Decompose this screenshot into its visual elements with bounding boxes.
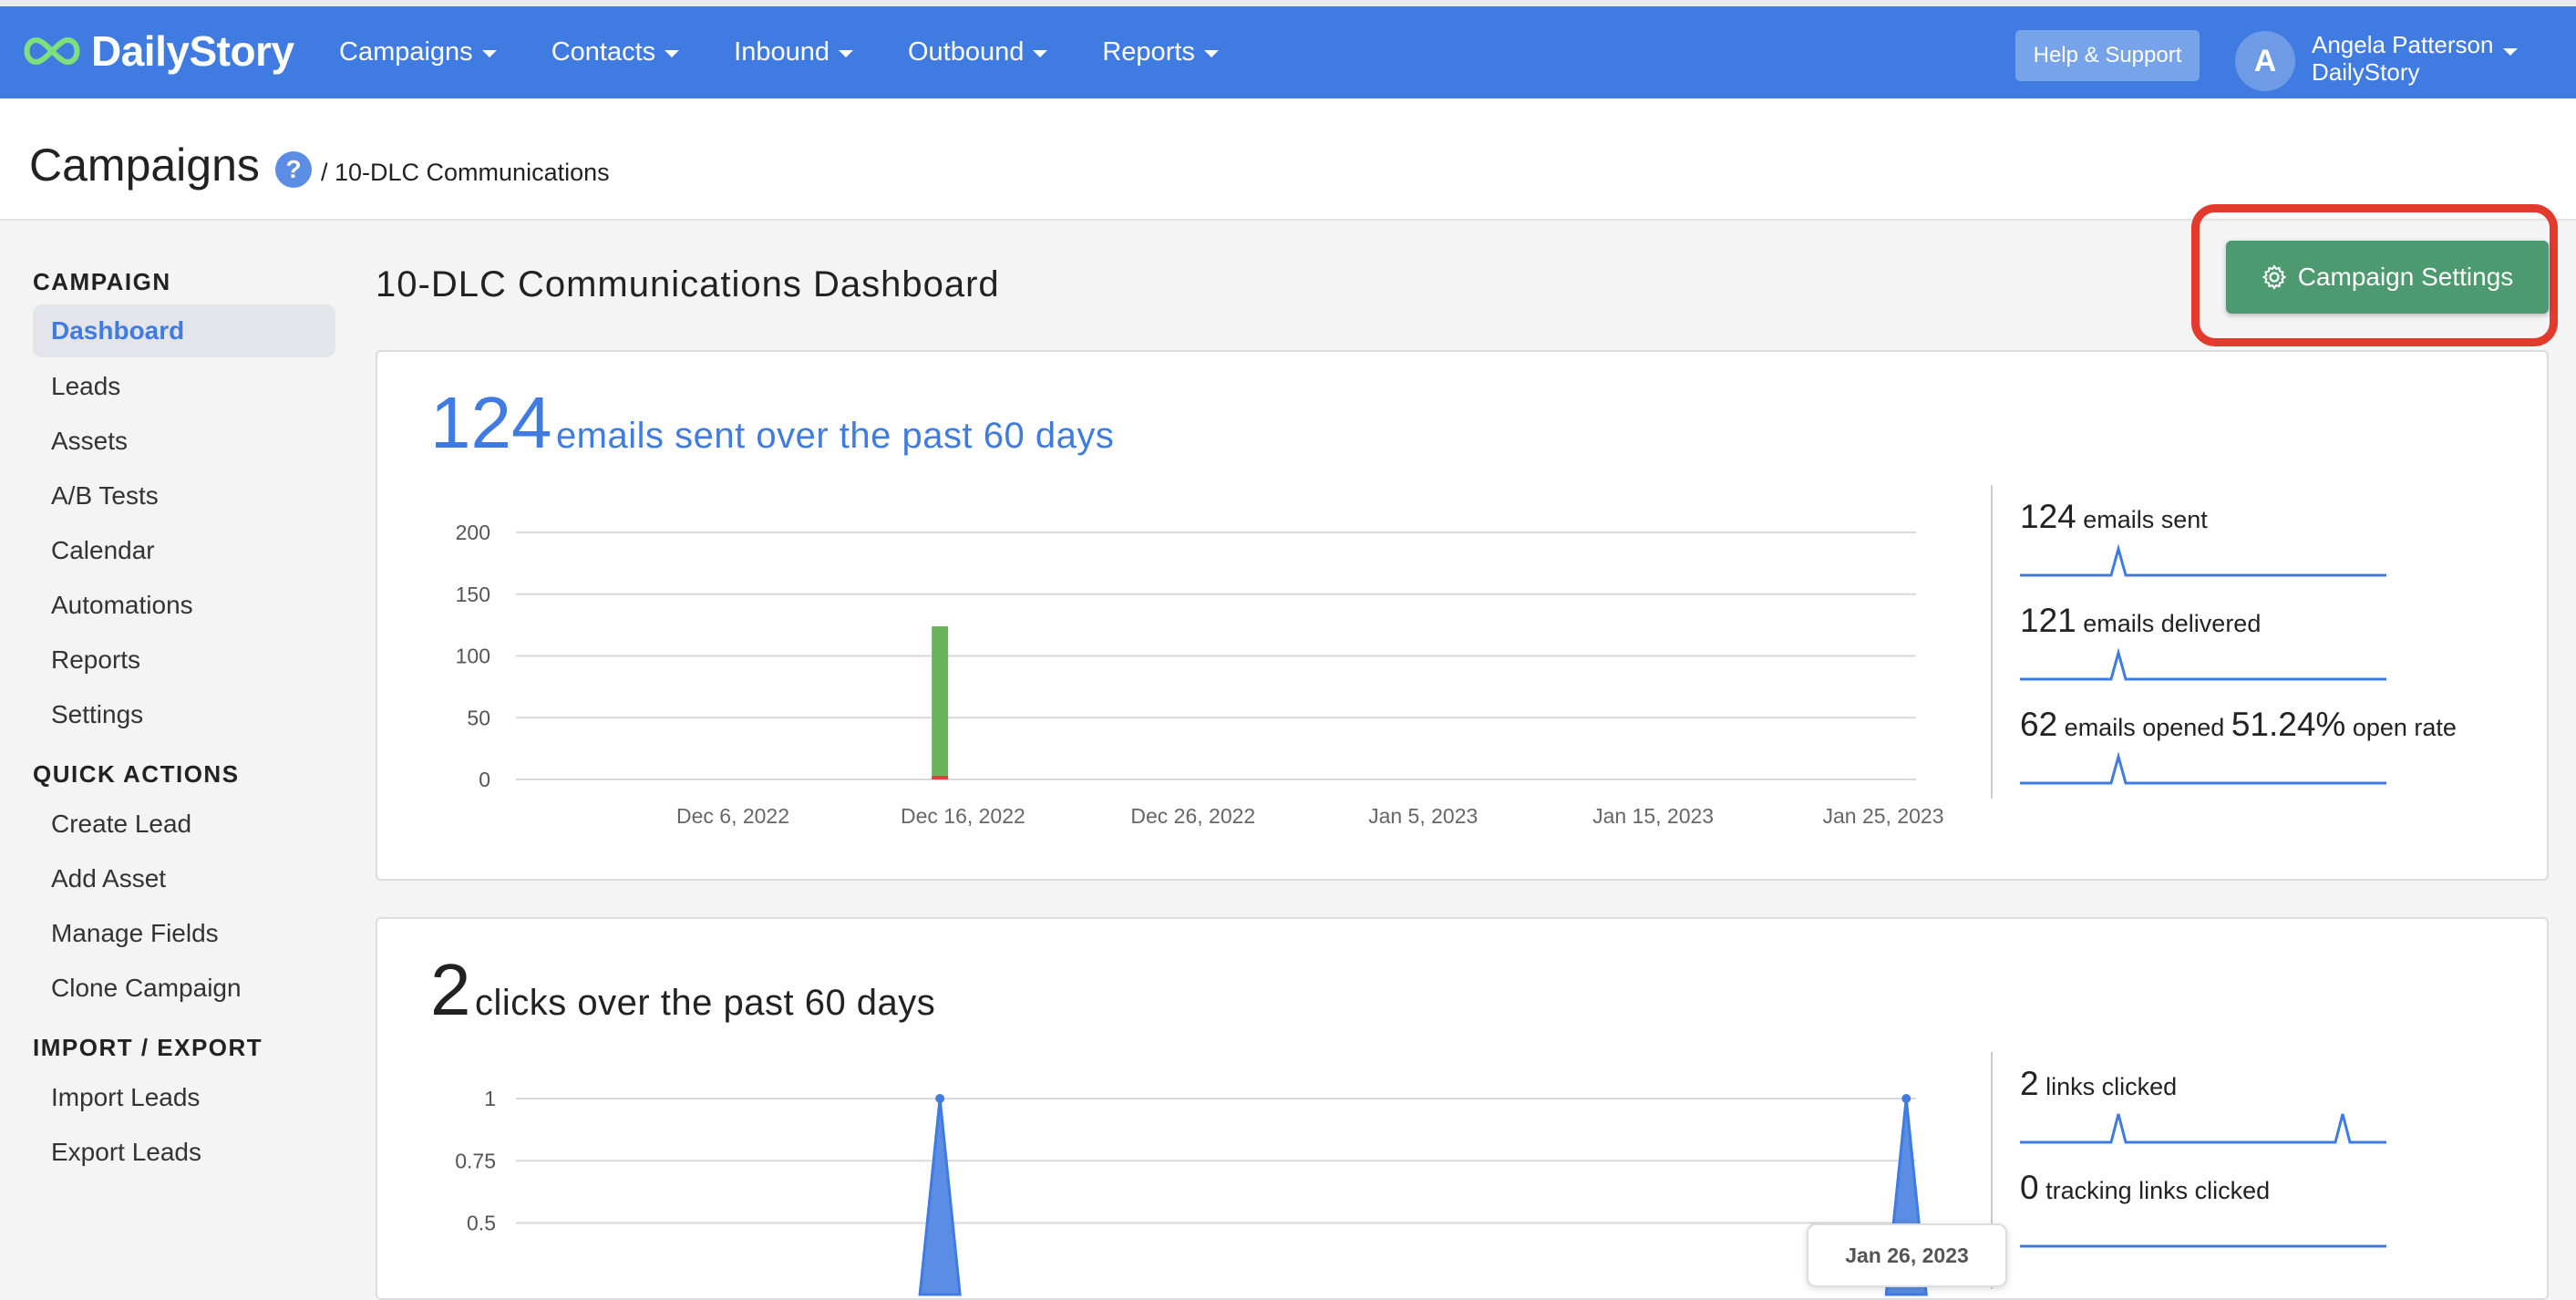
emails-big-label: emails sent over the past 60 days [555, 416, 1115, 456]
sidebar-item-label: Dashboard [51, 316, 185, 345]
campaign-settings-label: Campaign Settings [2297, 263, 2514, 291]
infinity-logo-icon [24, 36, 80, 66]
stat-label: emails sent [2083, 506, 2208, 533]
gear-icon [2262, 264, 2287, 290]
stat-emails-opened: 62 emails opened 51.24% open rate [2020, 706, 2457, 744]
sidebar-item-settings[interactable]: Settings [51, 700, 143, 729]
sidebar-item-ab-tests[interactable]: A/B Tests [51, 481, 159, 511]
campaign-settings-button[interactable]: Campaign Settings [2226, 241, 2549, 314]
breadcrumb: / 10-DLC Communications [321, 159, 610, 186]
nav-contacts[interactable]: Contacts [551, 37, 680, 67]
user-name: Angela Patterson [2312, 31, 2494, 58]
sidebar-section-quick-actions: QUICK ACTIONS [33, 760, 240, 788]
nav-contacts-label: Contacts [551, 37, 656, 67]
logo-text: DailyStory [91, 27, 294, 75]
sidebar-item-reports[interactable]: Reports [51, 645, 140, 675]
nav-campaigns[interactable]: Campaigns [339, 37, 497, 67]
sparkline-links-clicked [2020, 1113, 2386, 1144]
sidebar-item-clone-campaign[interactable]: Clone Campaign [51, 974, 242, 1003]
nav-outbound[interactable]: Outbound [907, 37, 1048, 67]
emails-big-number: 124 [430, 382, 552, 463]
stat-num: 2 [2020, 1065, 2039, 1102]
sidebar-item-export-leads[interactable]: Export Leads [51, 1138, 201, 1167]
stat-links-clicked: 2 links clicked [2020, 1065, 2177, 1103]
nav-reports[interactable]: Reports [1102, 37, 1219, 67]
clicks-headline: 2 clicks over the past 60 days [430, 948, 935, 1032]
sparkline-emails-delivered [2020, 647, 2386, 681]
stat-label: links clicked [2045, 1073, 2178, 1100]
sidebar-item-add-asset[interactable]: Add Asset [51, 864, 166, 893]
logo[interactable]: DailyStory [20, 26, 294, 76]
sidebar-section-campaign: CAMPAIGN [33, 268, 171, 295]
sidebar-item-leads[interactable]: Leads [51, 372, 120, 401]
stat-num: 62 [2020, 706, 2058, 743]
page-header: Campaigns ? / 10-DLC Communications [0, 98, 2576, 221]
sidebar-item-import-leads[interactable]: Import Leads [51, 1083, 200, 1112]
stat-label: emails opened [2064, 714, 2225, 741]
stat-label: tracking links clicked [2045, 1177, 2271, 1204]
emails-headline: 124 emails sent over the past 60 days [430, 381, 1114, 465]
dashboard-title: 10-DLC Communications Dashboard [376, 264, 1000, 304]
sidebar-item-manage-fields[interactable]: Manage Fields [51, 919, 219, 948]
nav-campaigns-label: Campaigns [339, 37, 473, 67]
chevron-down-icon [481, 49, 497, 57]
top-nav-bar: DailyStory Campaigns Contacts Inbound Ou… [0, 0, 2576, 98]
stat-emails-sent: 124 emails sent [2020, 498, 2208, 536]
sidebar-item-create-lead[interactable]: Create Lead [51, 810, 191, 839]
stat-label: emails delivered [2083, 610, 2262, 637]
chevron-down-icon [838, 49, 853, 57]
chevron-down-icon [665, 49, 680, 57]
sidebar-item-assets[interactable]: Assets [51, 427, 128, 456]
stat-emails-delivered: 121 emails delivered [2020, 602, 2261, 640]
stat-num: 121 [2020, 602, 2076, 639]
clicks-big-number: 2 [430, 949, 471, 1030]
stat-label: open rate [2352, 714, 2457, 741]
avatar[interactable]: A [2235, 31, 2295, 91]
stat-open-rate: 51.24% [2231, 706, 2346, 743]
clicks-big-label: clicks over the past 60 days [474, 983, 936, 1023]
chevron-down-icon[interactable] [2503, 48, 2518, 56]
sparkline-emails-opened [2020, 751, 2386, 785]
page-title: Campaigns [29, 139, 260, 191]
nav-reports-label: Reports [1102, 37, 1195, 67]
sparkline-tracking-links [2020, 1244, 2386, 1248]
sidebar-section-import-export: IMPORT / EXPORT [33, 1034, 263, 1061]
sidebar-item-automations[interactable]: Automations [51, 591, 193, 620]
user-org: DailyStory [2312, 58, 2420, 86]
user-menu[interactable]: Angela Patterson DailyStory [2312, 31, 2493, 86]
chart-tooltip: Jan 26, 2023 [1807, 1223, 2007, 1287]
main-nav: Campaigns Contacts Inbound Outbound Repo… [339, 6, 1273, 98]
sidebar-item-dashboard[interactable]: Dashboard [33, 304, 335, 357]
nav-inbound-label: Inbound [734, 37, 829, 67]
nav-outbound-label: Outbound [907, 37, 1025, 67]
chevron-down-icon [1203, 49, 1219, 57]
stat-tracking-links-clicked: 0 tracking links clicked [2020, 1169, 2270, 1207]
stat-num: 124 [2020, 498, 2076, 535]
sidebar-item-calendar[interactable]: Calendar [51, 536, 155, 565]
chevron-down-icon [1033, 49, 1048, 57]
nav-inbound[interactable]: Inbound [734, 37, 853, 67]
sparkline-emails-sent [2020, 543, 2386, 577]
help-icon[interactable]: ? [275, 151, 312, 188]
help-support-button[interactable]: Help & Support [2015, 30, 2200, 81]
stats-divider [1991, 485, 1993, 799]
stat-num: 0 [2020, 1169, 2039, 1206]
